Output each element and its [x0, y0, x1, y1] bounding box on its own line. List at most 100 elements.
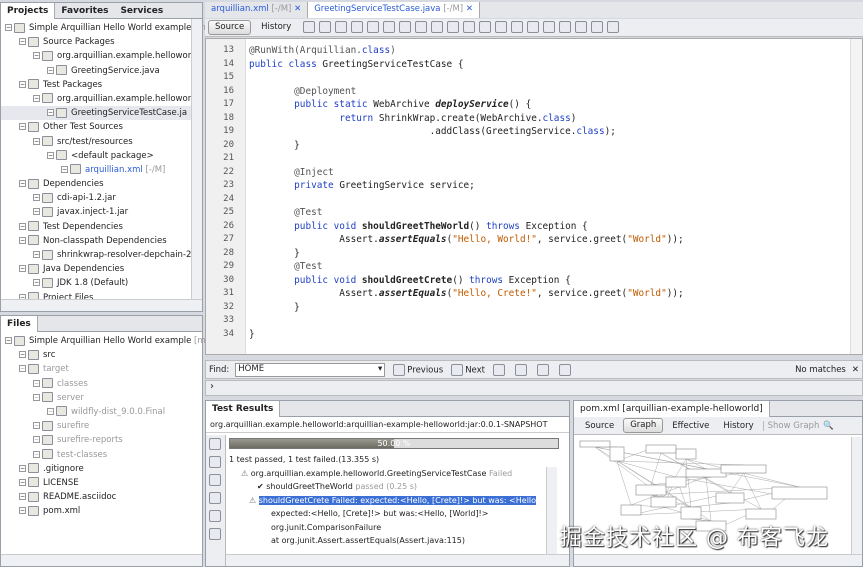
- toolbar-icon[interactable]: [559, 20, 572, 33]
- tree-node[interactable]: − javax.inject-1.jar: [1, 205, 202, 219]
- test-vscroll[interactable]: [546, 467, 557, 554]
- graph-node[interactable]: [745, 508, 777, 520]
- chevron-right-icon[interactable]: ›: [210, 381, 214, 392]
- expand-toggle[interactable]: −: [33, 94, 40, 102]
- toolbar-icon[interactable]: [479, 20, 492, 33]
- close-icon[interactable]: ✕: [852, 365, 859, 375]
- files-hscroll[interactable]: [1, 554, 202, 566]
- tree-node[interactable]: −Simple Arquillian Hello World example […: [1, 334, 219, 348]
- graph-node[interactable]: [685, 468, 727, 478]
- tree-node[interactable]: − wildfly-dist_9.0.0.Final: [1, 405, 202, 419]
- code-line[interactable]: }: [249, 140, 300, 151]
- tree-node[interactable]: − shrinkwrap-resolver-depchain-2: [1, 248, 202, 262]
- toolbar-icon[interactable]: [575, 20, 588, 33]
- show-graph-label[interactable]: Show Graph: [762, 420, 819, 431]
- graph-node[interactable]: [680, 506, 702, 520]
- tree-node[interactable]: − Source Packages: [1, 35, 202, 49]
- code-line[interactable]: @Deployment: [249, 86, 356, 97]
- toolbar-icon[interactable]: [463, 20, 476, 33]
- tree-node[interactable]: −Simple Arquillian Hello World example […: [1, 21, 211, 35]
- close-icon[interactable]: ✕: [466, 4, 473, 14]
- toolbar-icon[interactable]: [527, 20, 540, 33]
- expand-toggle[interactable]: −: [5, 24, 12, 31]
- tree-node[interactable]: − GreetingService.java: [1, 64, 202, 78]
- code-line[interactable]: return ShrinkWrap.create(WebArchive.clas…: [249, 113, 576, 124]
- graph-node[interactable]: [620, 504, 642, 516]
- expand-toggle[interactable]: −: [33, 251, 40, 258]
- tab-favorites[interactable]: Favorites: [55, 3, 114, 19]
- code-line[interactable]: @RunWith(Arquillian.class): [249, 45, 396, 56]
- code-line[interactable]: @Test: [249, 207, 322, 218]
- code-line[interactable]: public void shouldGreetCrete() throws Ex…: [249, 275, 571, 286]
- code-editor[interactable]: 13 @RunWith(Arquillian.class) 14 public cla…: [205, 38, 863, 355]
- expand-toggle[interactable]: −: [19, 38, 26, 46]
- history-button[interactable]: History: [254, 20, 298, 35]
- expand-toggle[interactable]: −: [47, 407, 54, 415]
- graph-node[interactable]: [609, 446, 625, 462]
- code-line[interactable]: .addClass(GreetingService.class);: [249, 126, 616, 137]
- tree-node[interactable]: − surefire: [1, 419, 202, 433]
- tree-node[interactable]: − Non-classpath Dependencies: [1, 234, 202, 248]
- expand-toggle[interactable]: −: [33, 379, 40, 387]
- rerun-icon[interactable]: [209, 438, 221, 450]
- toolbar-icon[interactable]: [367, 20, 380, 33]
- zoom-icon[interactable]: 🔍: [823, 421, 834, 431]
- toolbar-icon[interactable]: [383, 20, 396, 33]
- expand-toggle[interactable]: −: [33, 194, 40, 202]
- tree-node[interactable]: − JDK 1.8 (Default): [1, 276, 202, 290]
- graph-node[interactable]: [720, 464, 767, 474]
- code-line[interactable]: public static WebArchive deployService()…: [249, 99, 531, 110]
- tree-node[interactable]: − LICENSE: [1, 476, 202, 490]
- test-passed[interactable]: ✔ shouldGreetTheWorld passed (0.25 s): [229, 480, 549, 494]
- tree-node[interactable]: − Test Dependencies: [1, 220, 202, 234]
- code-line[interactable]: Assert.assertEquals("Hello, Crete!", ser…: [249, 288, 683, 299]
- code-line[interactable]: @Inject: [249, 167, 334, 178]
- expand-toggle[interactable]: −: [19, 478, 26, 486]
- tree-node[interactable]: − README.asciidoc: [1, 490, 202, 504]
- tree-node[interactable]: − cdi-api-1.2.jar: [1, 191, 202, 205]
- tree-node[interactable]: − classes: [1, 377, 202, 391]
- tab-files[interactable]: Files: [1, 315, 38, 332]
- tree-node[interactable]: − src/test/resources: [1, 135, 202, 149]
- find-input[interactable]: HOME ▾: [235, 362, 386, 377]
- toolbar-icon[interactable]: [319, 20, 332, 33]
- editor-tab-testcase[interactable]: GreetingServiceTestCase.java [-/M] ✕: [308, 2, 480, 18]
- code-line[interactable]: @Test: [249, 261, 322, 272]
- code-line[interactable]: private GreetingService service;: [249, 180, 475, 191]
- expand-toggle[interactable]: −: [33, 208, 40, 216]
- abort-icon[interactable]: [209, 528, 221, 540]
- tree-node[interactable]: − org.arquillian.example.helloworl: [1, 49, 202, 63]
- tree-node[interactable]: − .gitignore: [1, 462, 202, 476]
- expand-toggle[interactable]: −: [33, 137, 40, 145]
- toolbar-icon[interactable]: [543, 20, 556, 33]
- expand-toggle[interactable]: −: [19, 464, 26, 472]
- graph-node[interactable]: [579, 440, 611, 448]
- toolbar-icon[interactable]: [591, 20, 604, 33]
- show-passed-icon[interactable]: [209, 474, 221, 486]
- expand-toggle[interactable]: −: [19, 365, 26, 373]
- expand-toggle[interactable]: −: [19, 507, 26, 515]
- failure-detail[interactable]: expected:<Hello, [Crete]!> but was:<Hell…: [229, 507, 549, 521]
- source-button[interactable]: Source: [208, 20, 252, 35]
- expand-toggle[interactable]: −: [47, 151, 54, 159]
- highlight-icon[interactable]: [559, 363, 572, 376]
- tree-node[interactable]: − Java Dependencies: [1, 262, 202, 276]
- tree-node[interactable]: − pom.xml: [1, 504, 202, 518]
- expand-toggle[interactable]: −: [33, 422, 40, 430]
- graph-node[interactable]: [665, 476, 687, 488]
- toolbar-icon[interactable]: [351, 20, 364, 33]
- editor-tab-arquillian-xml[interactable]: arquillian.xml [-/M] ✕: [205, 2, 309, 18]
- pom-tab-graph[interactable]: Graph: [623, 418, 664, 433]
- pom-hscroll[interactable]: [574, 554, 862, 566]
- pom-vscroll[interactable]: [851, 437, 862, 554]
- expand-toggle[interactable]: −: [19, 80, 26, 88]
- chevron-down-icon[interactable]: ▾: [378, 364, 382, 374]
- expand-toggle[interactable]: −: [5, 337, 12, 344]
- projects-vscroll[interactable]: [191, 19, 202, 299]
- expand-toggle[interactable]: −: [33, 393, 40, 401]
- code-line[interactable]: Assert.assertEquals("Hello, World!", ser…: [249, 234, 683, 245]
- graph-node[interactable]: [645, 444, 677, 454]
- test-hscroll[interactable]: [226, 554, 569, 566]
- expand-toggle[interactable]: −: [19, 265, 26, 273]
- test-failed[interactable]: ⚠ shouldGreetCrete Failed: expected:<Hel…: [229, 494, 549, 508]
